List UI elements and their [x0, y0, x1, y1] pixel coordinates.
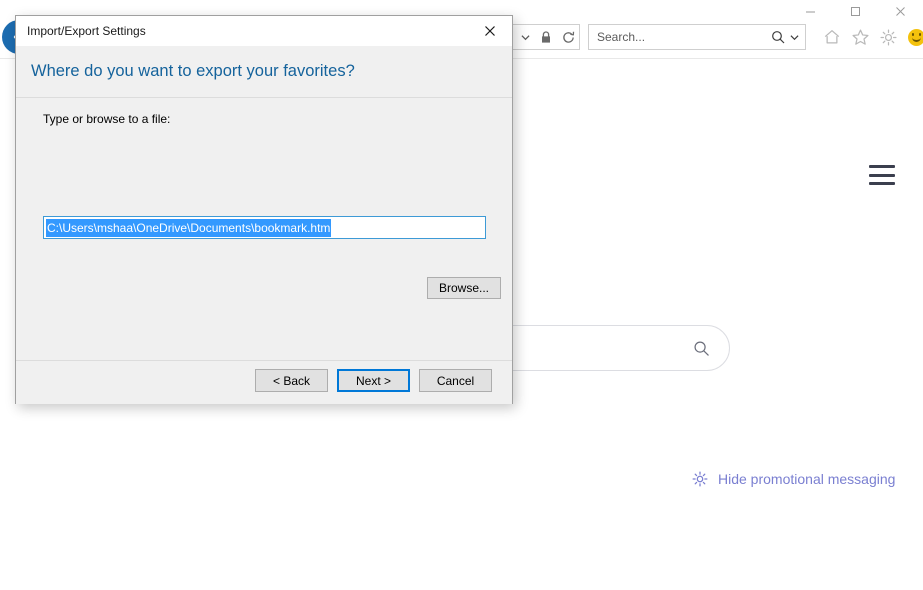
lock-icon[interactable] — [535, 25, 557, 49]
import-export-dialog: Import/Export Settings Where do you want… — [15, 15, 513, 404]
next-button[interactable]: Next > — [337, 369, 410, 392]
dialog-title: Import/Export Settings — [27, 24, 146, 38]
gear-icon — [690, 469, 709, 488]
window-controls — [788, 0, 923, 22]
minimize-icon[interactable] — [788, 0, 833, 22]
hamburger-menu-icon[interactable] — [869, 165, 895, 185]
browse-button[interactable]: Browse... — [427, 277, 501, 299]
file-path-input[interactable]: C:\Users\mshaa\OneDrive\Documents\bookma… — [43, 216, 486, 239]
cancel-button[interactable]: Cancel — [419, 369, 492, 392]
hide-promotional-messaging-label: Hide promotional messaging — [718, 470, 896, 487]
dialog-heading: Where do you want to export your favorit… — [31, 62, 355, 80]
dialog-body: Type or browse to a file: C:\Users\mshaa… — [16, 98, 512, 361]
chevron-down-icon[interactable] — [515, 25, 535, 49]
close-icon[interactable] — [468, 16, 512, 45]
refresh-icon[interactable] — [557, 25, 579, 49]
dialog-header: Where do you want to export your favorit… — [16, 46, 512, 98]
file-path-label: Type or browse to a file: — [43, 112, 171, 126]
browser-tools — [820, 25, 923, 49]
browser-search-input[interactable]: Search... — [597, 31, 769, 43]
chevron-down-icon[interactable] — [787, 27, 801, 47]
screen: Search... Hide promotional messaging Imp… — [0, 0, 923, 590]
search-icon[interactable] — [769, 27, 787, 47]
gear-icon[interactable] — [876, 25, 900, 49]
favorites-star-icon[interactable] — [848, 25, 872, 49]
hide-promotional-messaging-link[interactable]: Hide promotional messaging — [690, 469, 895, 488]
close-icon[interactable] — [878, 0, 923, 22]
file-path-value: C:\Users\mshaa\OneDrive\Documents\bookma… — [46, 218, 332, 237]
home-icon[interactable] — [820, 25, 844, 49]
feedback-smiley-icon[interactable] — [904, 25, 923, 49]
dialog-button-row: < Back Next > Cancel — [255, 369, 492, 392]
back-button[interactable]: < Back — [255, 369, 328, 392]
browser-search-box[interactable]: Search... — [588, 24, 806, 50]
dialog-footer: < Back Next > Cancel — [16, 361, 512, 404]
dialog-titlebar: Import/Export Settings — [16, 16, 512, 46]
search-icon[interactable] — [691, 338, 711, 358]
maximize-icon[interactable] — [833, 0, 878, 22]
